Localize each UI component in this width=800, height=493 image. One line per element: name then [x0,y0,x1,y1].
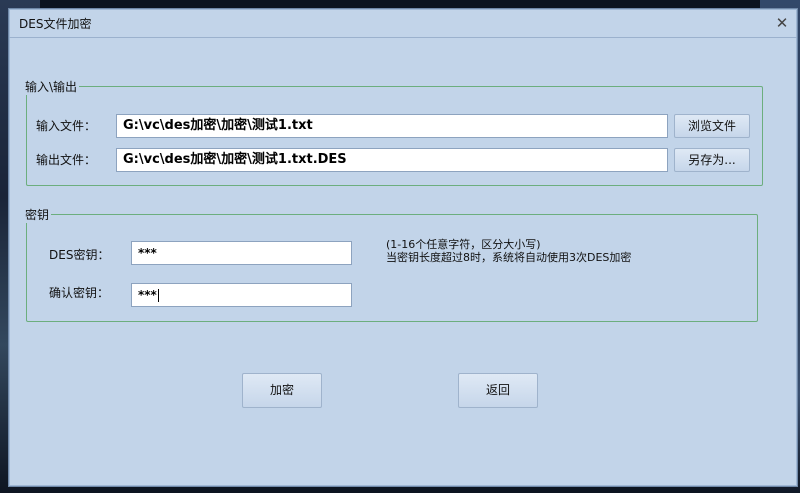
confirm-key-label: 确认密钥： [49,286,110,300]
input-file-label: 输入文件： [36,119,97,133]
confirm-key-field[interactable]: *** [131,283,352,307]
io-group: 输入\输出 输入文件： G:\vc\des加密\加密\测试1.txt 浏览文件 … [25,78,763,186]
save-as-button[interactable]: 另存为... [674,148,750,172]
close-icon[interactable]: ✕ [773,14,791,32]
des-key-field[interactable]: *** [131,241,352,265]
key-group-legend: 密钥 [25,208,50,222]
input-file-field[interactable]: G:\vc\des加密\加密\测试1.txt [116,114,668,138]
browse-file-button[interactable]: 浏览文件 [674,114,750,138]
text-caret [157,289,159,302]
io-group-legend: 输入\输出 [25,80,78,94]
title-bar: DES文件加密 ✕ [9,9,797,38]
confirm-key-value: *** [138,288,157,302]
window-title: DES文件加密 [19,17,92,31]
output-file-label: 输出文件： [36,153,97,167]
output-file-field[interactable]: G:\vc\des加密\加密\测试1.txt.DES [116,148,668,172]
encrypt-button[interactable]: 加密 [242,373,322,408]
back-button[interactable]: 返回 [458,373,538,408]
key-hint-line-2: 当密钥长度超过8时，系统将自动使用3次DES加密 [386,251,632,264]
key-hint-line-1: (1-16个任意字符，区分大小写) [386,238,541,251]
key-group: 密钥 DES密钥： *** 确认密钥： *** (1-16个任意字符，区分大小写… [25,206,758,322]
des-key-label: DES密钥： [49,248,110,262]
des-encrypt-dialog: DES文件加密 ✕ 输入\输出 输入文件： G:\vc\des加密\加密\测试1… [8,8,798,487]
